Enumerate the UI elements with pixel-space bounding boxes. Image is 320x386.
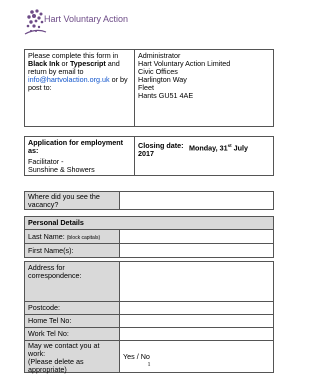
closing-year: 2017	[138, 149, 154, 158]
application-title: Application for employment as:	[28, 138, 124, 155]
page-number: 1	[147, 362, 151, 368]
application-heading: Application for employment as:	[28, 139, 134, 155]
job-role-line-2: Sunshine & Showers	[28, 165, 95, 174]
last-name-label-cell: Last Name: (block capitals)	[25, 230, 119, 243]
home-tel-label: Home Tel No:	[28, 316, 72, 325]
yes-no-option[interactable]: Yes / No	[123, 352, 150, 361]
closing-date-label: Closing date:	[138, 141, 184, 150]
vacancy-answer-field[interactable]	[120, 192, 273, 209]
logo-text: Hart Voluntary Action	[44, 14, 129, 24]
first-names-label-cell: First Name(s):	[25, 244, 119, 257]
closing-date-value: Monday, 31	[189, 143, 228, 153]
vacancy-box: Where did you see the vacancy?	[24, 191, 274, 210]
address-field[interactable]	[120, 262, 273, 301]
postal-address: Administrator Hart Voluntary Action Limi…	[138, 52, 273, 100]
personal-details-header: Personal Details	[25, 217, 273, 229]
last-name-field[interactable]	[120, 230, 273, 243]
personal-details-heading: Personal Details	[28, 218, 84, 227]
first-names-label: First Name(s):	[28, 246, 74, 255]
personal-details-box: Personal Details Last Name: (block capit…	[24, 216, 274, 258]
job-role: Facilitator - Sunshine & Showers	[28, 158, 134, 174]
instructions: Please complete this form in Black Ink o…	[28, 52, 134, 92]
address-line: Hants GU51 4AE	[138, 91, 194, 100]
postcode-field[interactable]	[120, 302, 273, 314]
address-label-cell: Address for correspondence:	[25, 262, 119, 301]
work-tel-field[interactable]	[120, 328, 273, 340]
work-tel-label-cell: Work Tel No:	[25, 328, 119, 340]
closing-date: Closing date: Monday, 31st July 2017	[138, 141, 249, 158]
last-name-label: Last Name:	[28, 232, 65, 241]
home-tel-label-cell: Home Tel No:	[25, 315, 119, 327]
home-tel-field[interactable]	[120, 315, 273, 327]
work-tel-label: Work Tel No:	[28, 329, 69, 338]
postcode-label-cell: Postcode:	[25, 302, 119, 314]
vacancy-question: Where did you see the vacancy?	[25, 192, 119, 209]
application-box: Application for employment as: Facilitat…	[24, 136, 274, 176]
address-box: Address for correspondence: Postcode: Ho…	[24, 261, 274, 374]
postcode-label: Postcode:	[28, 303, 60, 312]
last-name-hint: (block capitals)	[66, 235, 101, 241]
first-names-field[interactable]	[120, 244, 273, 257]
address-line: Harlington Way	[138, 75, 187, 84]
contact-box: Please complete this form in Black Ink o…	[24, 49, 274, 127]
instructions-line-5: post to:	[28, 83, 52, 92]
